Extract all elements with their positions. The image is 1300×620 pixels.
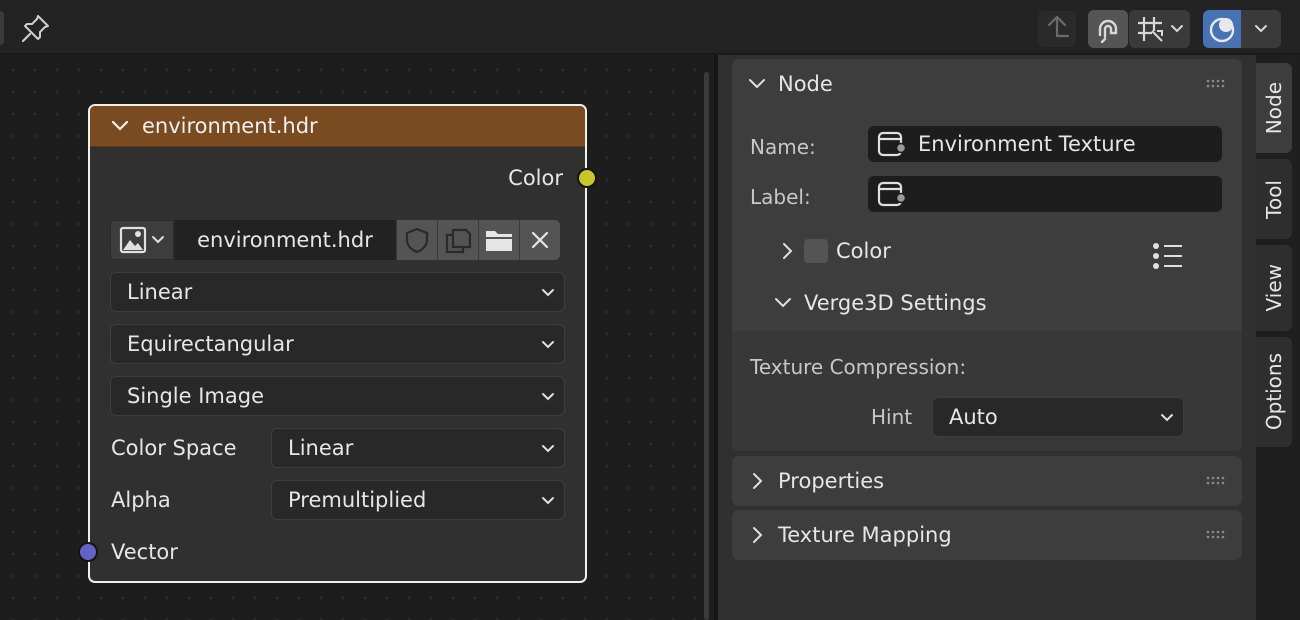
unlink-image-button[interactable] [519,220,560,260]
folder-icon [486,231,512,251]
source-value: Single Image [127,384,265,408]
projection-value: Equirectangular [127,332,294,356]
tab-options-label: Options [1262,353,1286,431]
chevron-right-icon [783,243,793,259]
image-selector: environment.hdr [110,220,565,260]
parent-node-button[interactable] [1037,10,1077,48]
texture-mapping-panel-title: Texture Mapping [778,523,952,547]
image-icon [119,226,147,254]
label-field[interactable] [868,176,1222,212]
output-color-label: Color [508,166,563,190]
color-space-value: Linear [288,436,354,460]
magnet-icon [1098,19,1118,43]
close-icon [531,231,549,249]
snap-mode-dropdown[interactable] [1129,10,1190,48]
canvas-scrollbar[interactable] [704,72,709,620]
overlays-toggle-button[interactable] [1203,10,1241,48]
color-checkbox[interactable] [804,239,828,263]
color-space-label: Color Space [111,436,237,460]
verge3d-subpanel-body: Texture Compression: Hint Auto [732,331,1242,451]
sidebar-tabs: Node Tool View Options [1256,55,1300,620]
shield-icon [405,227,429,254]
node-panel-header[interactable]: Node [732,59,1242,109]
verge3d-subpanel-title: Verge3D Settings [804,291,987,315]
properties-panel-title: Properties [778,469,885,493]
arrow-up-icon [1047,15,1070,38]
duplicate-image-button[interactable] [437,220,478,260]
color-space-dropdown[interactable]: Linear [271,428,565,468]
alpha-dropdown[interactable]: Premultiplied [271,480,565,520]
label-label: Label: [750,185,811,209]
image-name-field[interactable]: environment.hdr [174,220,396,260]
node-icon [877,181,906,207]
sidebar-panel: Node Name: Environment Texture Label: Co… [718,55,1256,620]
hint-dropdown[interactable]: Auto [932,397,1184,437]
drag-grip-icon[interactable] [1206,476,1228,486]
chevron-down-icon [1255,25,1267,33]
header-bar [0,0,1300,54]
drag-grip-icon[interactable] [1206,530,1228,540]
chevron-right-icon [753,473,763,489]
hint-label: Hint [871,405,913,429]
texture-mapping-panel-header[interactable]: Texture Mapping [732,510,1242,560]
overlays-icon [1209,17,1235,43]
name-value: Environment Texture [918,132,1136,156]
chevron-down-icon [542,341,554,349]
tab-node-label: Node [1262,81,1286,135]
tab-view-label: View [1262,264,1286,312]
fake-user-button[interactable] [396,220,437,260]
pin-icon[interactable] [20,12,52,44]
texture-compression-label: Texture Compression: [750,355,967,379]
snap-toggle-button[interactable] [1088,10,1128,48]
projection-dropdown[interactable]: Equirectangular [110,324,565,364]
image-browse-button[interactable] [110,220,174,260]
chevron-down-icon [1171,25,1183,33]
properties-panel[interactable]: Properties [732,456,1242,506]
tab-node[interactable]: Node [1256,63,1292,153]
tab-view[interactable]: View [1256,245,1292,331]
interpolation-dropdown[interactable]: Linear [110,272,565,312]
tab-options[interactable]: Options [1256,337,1292,447]
properties-panel-header[interactable]: Properties [732,456,1242,506]
chevron-down-icon[interactable] [110,116,130,136]
node-icon [877,131,906,157]
overlays-dropdown[interactable] [1241,10,1281,48]
node-panel: Node Name: Environment Texture Label: Co… [732,59,1242,451]
header-left-button[interactable] [0,11,4,45]
duplicate-icon [445,228,472,254]
color-subpanel-header[interactable]: Color [778,239,891,263]
drag-grip-icon[interactable] [1206,79,1228,89]
open-image-button[interactable] [478,220,519,260]
alpha-label: Alpha [111,488,171,512]
node-header[interactable]: environment.hdr [90,106,585,147]
chevron-right-icon [753,527,763,543]
color-output-socket[interactable] [577,168,597,188]
alpha-value: Premultiplied [288,488,427,512]
hint-value: Auto [949,405,998,429]
grid-snap-icon [1138,17,1163,42]
environment-texture-node[interactable]: environment.hdr Color environment.hdr Li… [78,104,597,583]
chevron-down-icon [1161,414,1173,422]
chevron-down-icon [749,79,765,89]
presets-list-icon[interactable] [1152,242,1184,270]
interpolation-value: Linear [127,280,193,304]
source-dropdown[interactable]: Single Image [110,376,565,416]
vector-input-label: Vector [111,540,178,564]
vector-input-socket[interactable] [78,542,98,562]
tab-tool-label: Tool [1262,179,1286,219]
texture-mapping-panel[interactable]: Texture Mapping [732,510,1242,560]
chevron-down-icon [542,393,554,401]
name-field[interactable]: Environment Texture [868,126,1222,162]
chevron-down-icon [542,445,554,453]
chevron-down-icon [542,289,554,297]
name-label: Name: [750,135,816,159]
chevron-down-icon [775,298,791,308]
verge3d-subpanel-header[interactable]: Verge3D Settings [774,291,987,315]
tab-tool[interactable]: Tool [1256,159,1292,239]
node-title: environment.hdr [142,114,318,138]
chevron-down-icon [542,497,554,505]
node-panel-title: Node [778,72,833,96]
color-subpanel-title: Color [836,239,891,263]
chevron-down-icon [152,236,164,244]
